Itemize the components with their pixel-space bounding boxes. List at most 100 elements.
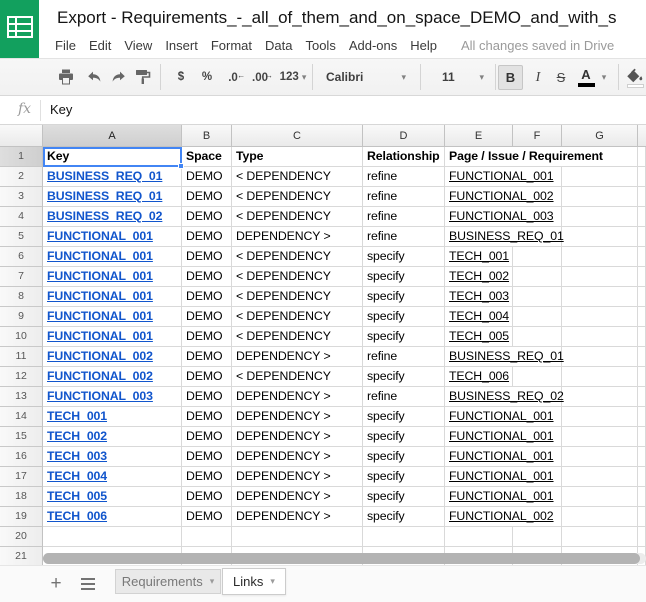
- cell-C11[interactable]: DEPENDENCY >: [232, 347, 363, 367]
- cell-E12[interactable]: TECH_006: [445, 367, 513, 387]
- menu-item-data[interactable]: Data: [265, 38, 292, 53]
- cell-C13[interactable]: DEPENDENCY >: [232, 387, 363, 407]
- cell-F12[interactable]: [513, 367, 562, 387]
- menu-item-file[interactable]: File: [55, 38, 76, 53]
- number-format-dropdown[interactable]: 123▾: [275, 59, 311, 95]
- cell-E16[interactable]: FUNCTIONAL_001: [445, 447, 562, 467]
- cell-F8[interactable]: [513, 287, 562, 307]
- cell-B6[interactable]: DEMO: [182, 247, 232, 267]
- row-header-18[interactable]: 18: [0, 487, 43, 507]
- cell-A7[interactable]: FUNCTIONAL_001: [43, 267, 182, 287]
- cell-E9[interactable]: TECH_004: [445, 307, 513, 327]
- cell-B1[interactable]: Space: [182, 147, 232, 167]
- row-header-1[interactable]: 1: [0, 147, 43, 167]
- cell-B17[interactable]: DEMO: [182, 467, 232, 487]
- cell-E14[interactable]: FUNCTIONAL_001: [445, 407, 562, 427]
- cell-H18-sliver[interactable]: [638, 487, 646, 507]
- column-header-G[interactable]: G: [562, 125, 638, 147]
- menu-item-insert[interactable]: Insert: [165, 38, 198, 53]
- cell-B5[interactable]: DEMO: [182, 227, 232, 247]
- cell-G8[interactable]: [562, 287, 638, 307]
- cell-H3-sliver[interactable]: [638, 187, 646, 207]
- cell-B20[interactable]: [182, 527, 232, 547]
- grid-corner[interactable]: [0, 125, 43, 147]
- cell-D13[interactable]: refine: [363, 387, 445, 407]
- undo-button[interactable]: [84, 59, 104, 95]
- cell-G13[interactable]: [562, 387, 638, 407]
- cell-D12[interactable]: specify: [363, 367, 445, 387]
- row-header-5[interactable]: 5: [0, 227, 43, 247]
- cell-B7[interactable]: DEMO: [182, 267, 232, 287]
- cell-B8[interactable]: DEMO: [182, 287, 232, 307]
- text-color-caret[interactable]: ▾: [598, 59, 610, 95]
- redo-button[interactable]: [109, 59, 129, 95]
- cell-B18[interactable]: DEMO: [182, 487, 232, 507]
- cell-C4[interactable]: < DEPENDENCY: [232, 207, 363, 227]
- column-header-sliver[interactable]: [638, 125, 646, 147]
- cell-H16-sliver[interactable]: [638, 447, 646, 467]
- cell-B2[interactable]: DEMO: [182, 167, 232, 187]
- cell-H4-sliver[interactable]: [638, 207, 646, 227]
- cell-H11-sliver[interactable]: [638, 347, 646, 367]
- row-header-2[interactable]: 2: [0, 167, 43, 187]
- cell-A19[interactable]: TECH_006: [43, 507, 182, 527]
- row-header-13[interactable]: 13: [0, 387, 43, 407]
- cell-E8[interactable]: TECH_003: [445, 287, 513, 307]
- cell-E11[interactable]: BUSINESS_REQ_01: [445, 347, 562, 367]
- cell-C15[interactable]: DEPENDENCY >: [232, 427, 363, 447]
- cell-A16[interactable]: TECH_003: [43, 447, 182, 467]
- column-header-A[interactable]: A: [43, 125, 182, 147]
- menu-item-view[interactable]: View: [124, 38, 152, 53]
- cell-C6[interactable]: < DEPENDENCY: [232, 247, 363, 267]
- cell-D8[interactable]: specify: [363, 287, 445, 307]
- font-family-dropdown[interactable]: Calibri▾: [318, 59, 414, 95]
- cell-E18[interactable]: FUNCTIONAL_001: [445, 487, 562, 507]
- row-header-4[interactable]: 4: [0, 207, 43, 227]
- cell-A13[interactable]: FUNCTIONAL_003: [43, 387, 182, 407]
- cell-D19[interactable]: specify: [363, 507, 445, 527]
- print-button[interactable]: [56, 59, 76, 95]
- cell-D2[interactable]: refine: [363, 167, 445, 187]
- cell-H15-sliver[interactable]: [638, 427, 646, 447]
- cell-C5[interactable]: DEPENDENCY >: [232, 227, 363, 247]
- cell-E5[interactable]: BUSINESS_REQ_01: [445, 227, 562, 247]
- cell-C10[interactable]: < DEPENDENCY: [232, 327, 363, 347]
- row-header-15[interactable]: 15: [0, 427, 43, 447]
- cell-C19[interactable]: DEPENDENCY >: [232, 507, 363, 527]
- cell-C12[interactable]: < DEPENDENCY: [232, 367, 363, 387]
- cell-G3[interactable]: [562, 187, 638, 207]
- cell-E3[interactable]: FUNCTIONAL_002: [445, 187, 562, 207]
- fill-color-button[interactable]: [623, 63, 646, 92]
- cell-A12[interactable]: FUNCTIONAL_002: [43, 367, 182, 387]
- cell-G12[interactable]: [562, 367, 638, 387]
- cell-G16[interactable]: [562, 447, 638, 467]
- add-sheet-button[interactable]: +: [44, 572, 68, 596]
- cell-C1[interactable]: Type: [232, 147, 363, 167]
- cell-A6[interactable]: FUNCTIONAL_001: [43, 247, 182, 267]
- cell-H7-sliver[interactable]: [638, 267, 646, 287]
- cell-E13[interactable]: BUSINESS_REQ_02: [445, 387, 562, 407]
- cell-E17[interactable]: FUNCTIONAL_001: [445, 467, 562, 487]
- cell-F20[interactable]: [513, 527, 562, 547]
- cell-H20-sliver[interactable]: [638, 527, 646, 547]
- cell-B16[interactable]: DEMO: [182, 447, 232, 467]
- cell-G20[interactable]: [562, 527, 638, 547]
- sheet-tab-links[interactable]: Links▾: [222, 568, 286, 595]
- cell-A11[interactable]: FUNCTIONAL_002: [43, 347, 182, 367]
- menu-item-add-ons[interactable]: Add-ons: [349, 38, 397, 53]
- cell-A5[interactable]: FUNCTIONAL_001: [43, 227, 182, 247]
- decrease-decimal-button[interactable]: .0←: [223, 59, 243, 95]
- all-sheets-button[interactable]: [76, 574, 100, 594]
- cell-B19[interactable]: DEMO: [182, 507, 232, 527]
- cell-G4[interactable]: [562, 207, 638, 227]
- cell-H12-sliver[interactable]: [638, 367, 646, 387]
- document-title[interactable]: Export - Requirements_-_all_of_them_and_…: [57, 8, 646, 32]
- cell-D15[interactable]: specify: [363, 427, 445, 447]
- cell-F7[interactable]: [513, 267, 562, 287]
- cell-E7[interactable]: TECH_002: [445, 267, 513, 287]
- menu-item-help[interactable]: Help: [410, 38, 437, 53]
- row-header-20[interactable]: 20: [0, 527, 43, 547]
- row-header-14[interactable]: 14: [0, 407, 43, 427]
- row-header-8[interactable]: 8: [0, 287, 43, 307]
- cell-H1-sliver[interactable]: [638, 147, 646, 167]
